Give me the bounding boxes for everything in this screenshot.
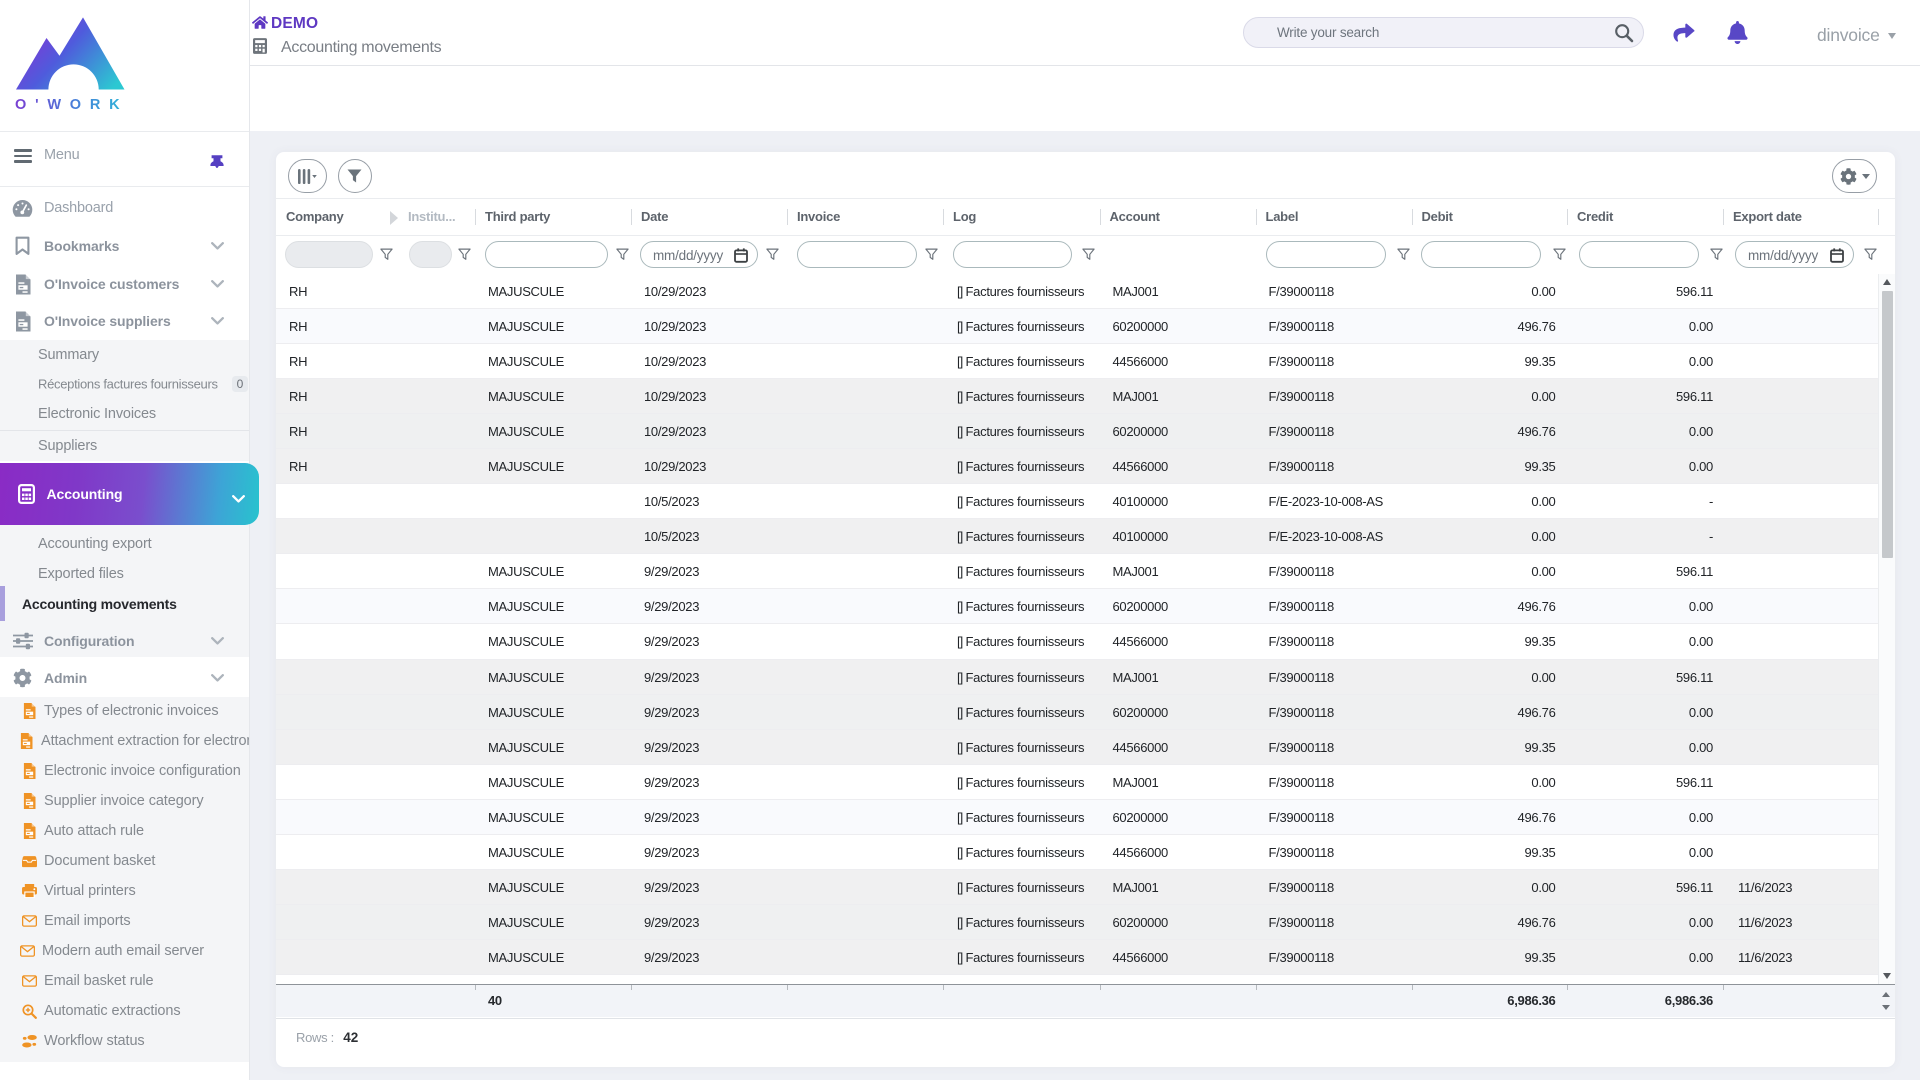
svg-text:O'WORK: O'WORK — [15, 97, 128, 113]
